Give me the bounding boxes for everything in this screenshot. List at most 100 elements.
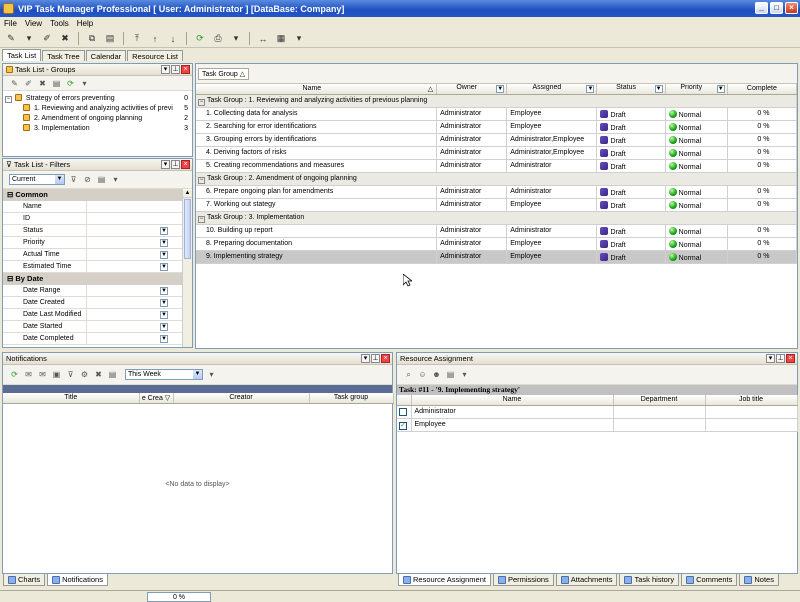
tab-resource-assignment[interactable]: Resource Assignment [398, 574, 491, 586]
cell-name[interactable]: 2. Searching for error identifications [196, 120, 438, 134]
tab-calendar[interactable]: Calendar [85, 50, 127, 61]
col-header-creator[interactable]: Creator [173, 393, 310, 404]
cell-owner[interactable]: Administrator [436, 159, 508, 173]
cell-name[interactable]: 6. Prepare ongoing plan for amendments [196, 185, 438, 199]
cell-owner[interactable]: Administrator [436, 120, 508, 134]
cell-status[interactable]: Draft [596, 159, 666, 173]
chevron-down-icon[interactable]: ▼ [160, 299, 168, 307]
menu-view[interactable]: View [25, 19, 42, 28]
maximize-button[interactable]: □ [770, 2, 783, 14]
cell-name[interactable]: 1. Collecting data for analysis [196, 107, 438, 121]
cell-name[interactable]: 5. Creating recommendations and measures [196, 159, 438, 173]
table-row[interactable]: ✓ Employee [397, 418, 798, 432]
panel-pin-button[interactable]: ⊥ [776, 354, 785, 363]
scroll-up-icon[interactable]: ▲ [183, 190, 192, 198]
view-icon[interactable]: ▣ [51, 369, 62, 380]
cell-job-title[interactable] [705, 418, 798, 432]
chevron-down-icon[interactable]: ▼ [160, 239, 168, 247]
table-row[interactable]: 8. Preparing documentation Administrator E… [196, 237, 798, 251]
panel-close-button[interactable]: × [181, 160, 190, 169]
delete-group-icon[interactable]: ✖ [37, 78, 48, 89]
col-header-title[interactable]: Title [3, 393, 140, 404]
panel-menu-button[interactable]: ▾ [361, 354, 370, 363]
group-props-icon[interactable]: ▤ [51, 78, 62, 89]
search-icon[interactable]: ⌕ [403, 369, 414, 380]
cell-owner[interactable]: Administrator [436, 198, 508, 212]
collapse-icon[interactable]: ⊟ [7, 190, 13, 199]
cell-assigned[interactable]: Administrator [506, 224, 598, 238]
filter-category[interactable]: ⊟ Common [3, 189, 183, 201]
mark-read-icon[interactable]: ✉ [23, 369, 34, 380]
resource-dropdown-icon[interactable]: ▾ [459, 369, 470, 380]
tab-task-tree[interactable]: Task Tree [42, 50, 85, 61]
cell-name[interactable]: 4. Deriving factors of risks [196, 146, 438, 160]
panel-pin-button[interactable]: ⊥ [171, 65, 180, 74]
col-header-resource-name[interactable]: Name [411, 395, 614, 406]
filter-field-value[interactable] [87, 213, 171, 224]
assign-checkbox[interactable]: ✓ [399, 421, 407, 430]
table-row[interactable]: 2. Searching for error identifications Ad… [196, 120, 798, 134]
filter-dropdown-icon[interactable]: ▼ [654, 85, 663, 93]
collapse-icon[interactable]: − [198, 215, 205, 223]
filter-field-value[interactable]: ▼ [87, 297, 171, 308]
tree-item[interactable]: 1. Reviewing and analyzing activities of… [5, 104, 190, 114]
cell-status[interactable]: Draft [596, 146, 666, 160]
cell-complete[interactable]: 0 % [727, 198, 798, 212]
tab-notifications[interactable]: Notifications [47, 574, 108, 586]
expand-icon[interactable]: ↔ [256, 32, 270, 46]
panel-pin-button[interactable]: ⊥ [371, 354, 380, 363]
tab-charts[interactable]: Charts [3, 574, 46, 586]
refresh-notifications-icon[interactable]: ⟳ [9, 369, 20, 380]
col-header-owner[interactable]: Owner ▼ [436, 84, 508, 95]
filter-options-icon[interactable]: ▤ [96, 174, 107, 185]
cell-name[interactable]: 7. Working out stategy [196, 198, 438, 212]
filter-field[interactable]: Name [3, 201, 183, 213]
cell-status[interactable]: Draft [596, 237, 666, 251]
mark-unread-icon[interactable]: ✉ [37, 369, 48, 380]
table-row[interactable]: 4. Deriving factors of risks Administrato… [196, 146, 798, 160]
cell-assigned[interactable]: Employee [506, 198, 598, 212]
table-row[interactable]: 1. Collecting data for analysis Administr… [196, 107, 798, 121]
tab-task-history[interactable]: Task history [619, 574, 680, 586]
menu-tools[interactable]: Tools [50, 19, 69, 28]
cell-assigned[interactable]: Administrator [506, 185, 598, 199]
close-button[interactable]: × [785, 2, 798, 14]
tab-attachments[interactable]: Attachments [555, 574, 618, 586]
table-row[interactable]: 5. Creating recommendations and measures… [196, 159, 798, 173]
cell-name[interactable]: 9. Implementing strategy [196, 250, 438, 264]
cell-complete[interactable]: 0 % [727, 237, 798, 251]
print-icon[interactable]: ⎙ [211, 32, 225, 46]
cell-status[interactable]: Draft [596, 198, 666, 212]
cell-complete[interactable]: 0 % [727, 185, 798, 199]
tab-comments[interactable]: Comments [681, 574, 738, 586]
col-header-job-title[interactable]: Job title [705, 395, 798, 406]
cell-owner[interactable]: Administrator [436, 250, 508, 264]
cell-assigned[interactable]: Employee [506, 120, 598, 134]
groups-dropdown-icon[interactable]: ▾ [79, 78, 90, 89]
filter-field[interactable]: Date Completed ▼ [3, 333, 183, 345]
collapse-icon[interactable]: − [198, 98, 205, 106]
cell-complete[interactable]: 0 % [727, 133, 798, 147]
panel-menu-button[interactable]: ▾ [161, 65, 170, 74]
panel-menu-button[interactable]: ▾ [161, 160, 170, 169]
delete-task-icon[interactable]: ✖ [58, 32, 72, 46]
filter-dropdown-icon[interactable]: ▼ [716, 85, 725, 93]
col-header-task-group[interactable]: Task group [309, 393, 394, 404]
collapse-icon[interactable]: − [5, 96, 12, 103]
layout-dropdown-icon[interactable]: ▾ [292, 32, 306, 46]
filter-dropdown-icon[interactable]: ▾ [110, 174, 121, 185]
cell-resource-name[interactable]: Employee [411, 418, 614, 432]
filter-dropdown-icon[interactable]: ▼ [586, 85, 595, 93]
edit-group-icon[interactable]: ✐ [23, 78, 34, 89]
tree-item[interactable]: 3. Implementation 3 [5, 124, 190, 134]
cell-priority[interactable]: Normal [665, 159, 728, 173]
table-row[interactable]: 6. Prepare ongoing plan for amendments Ad… [196, 185, 798, 199]
filter-field[interactable]: Date Range ▼ [3, 285, 183, 297]
table-row[interactable]: 10. Building up report Administrator Admin… [196, 224, 798, 238]
cell-status[interactable]: Draft [596, 185, 666, 199]
table-row[interactable]: Administrator [397, 405, 798, 419]
filter-field[interactable]: Date Started ▼ [3, 321, 183, 333]
filter-field-value[interactable]: ▼ [87, 285, 171, 296]
group-row[interactable]: − Task Group : 3. Implementation [196, 211, 797, 225]
collapse-icon[interactable]: − [198, 176, 205, 184]
